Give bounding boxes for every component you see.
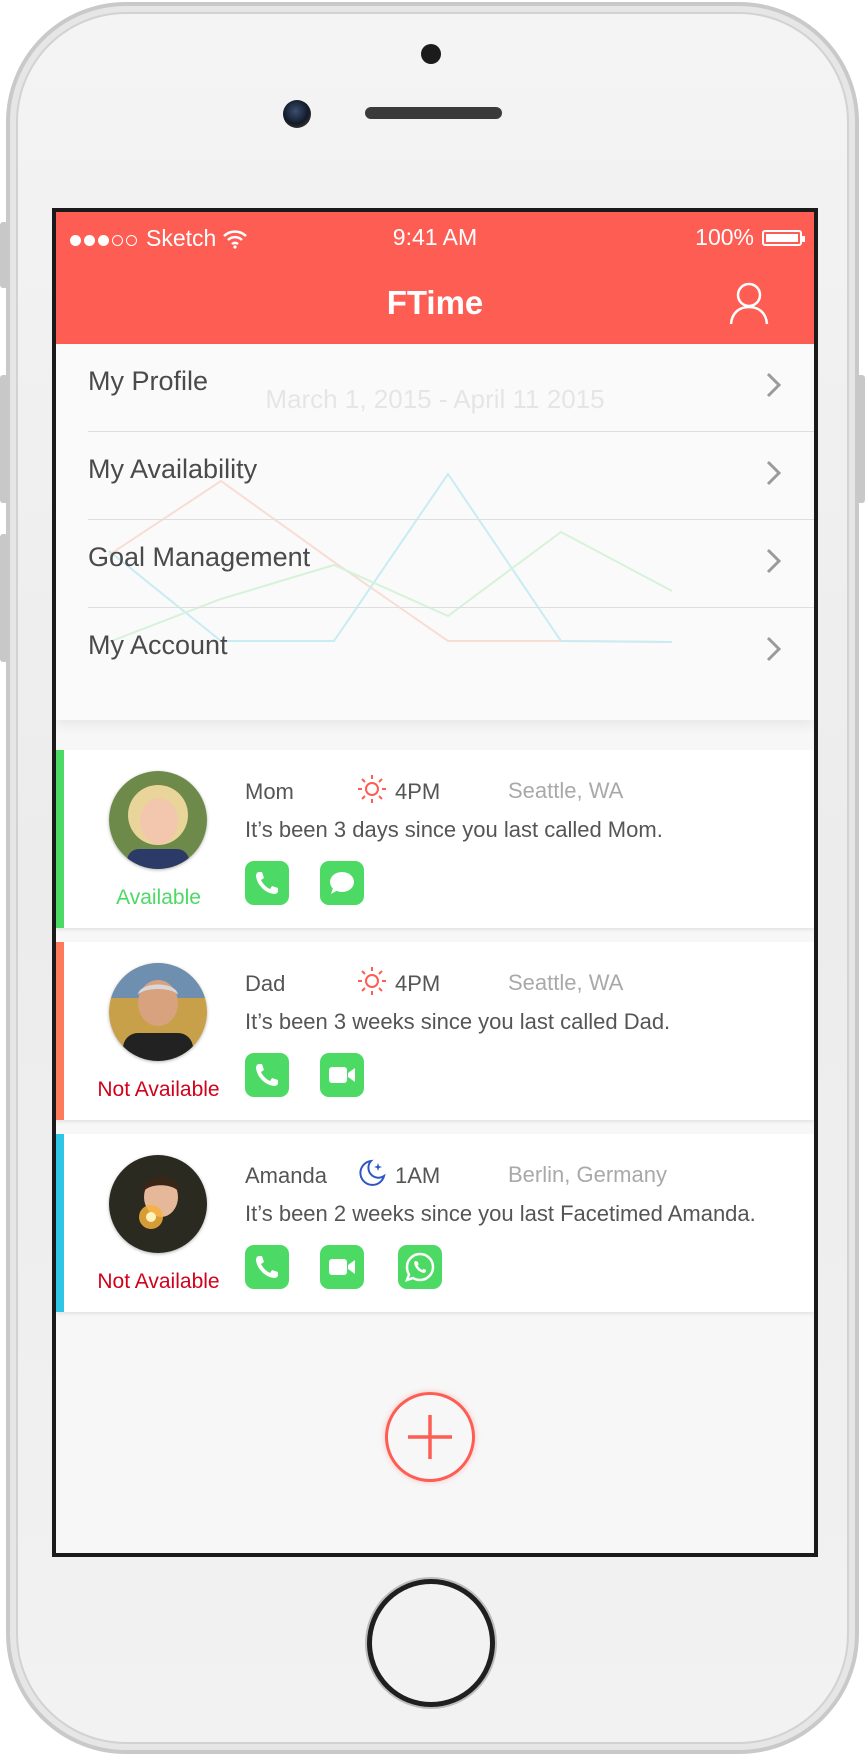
availability-status: Available — [116, 886, 201, 909]
phone-icon — [256, 1256, 278, 1278]
sun-icon — [358, 967, 386, 995]
menu-item-my-availability[interactable]: My Availability — [88, 432, 814, 520]
contact-card-mom[interactable]: Available Mom 4PM Seattle, WA It’s been … — [56, 750, 814, 928]
whatsapp-button[interactable] — [398, 1245, 442, 1289]
volume-down-button — [0, 534, 8, 662]
contact-name: Amanda — [245, 1163, 327, 1188]
whatsapp-icon — [404, 1252, 435, 1283]
video-icon — [329, 1259, 355, 1275]
call-button[interactable] — [245, 1245, 289, 1289]
mute-switch — [0, 222, 8, 288]
chevron-right-icon — [766, 460, 782, 486]
menu-item-label: My Account — [88, 630, 228, 660]
video-icon — [329, 1067, 355, 1083]
proximity-sensor — [421, 44, 441, 64]
contact-name: Dad — [245, 971, 286, 996]
battery-percent: 100% — [695, 224, 754, 250]
last-contact-message: It’s been 3 weeks since you last called … — [245, 1009, 671, 1034]
status-bar: Sketch 9:41 AM 100% — [56, 212, 814, 258]
app-title: FTime — [386, 284, 484, 321]
availability-status: Not Available — [97, 1078, 220, 1101]
message-icon — [330, 872, 354, 894]
moon-icon — [359, 1159, 386, 1186]
contact-location: Seattle, WA — [508, 778, 624, 803]
local-time: 4PM — [395, 971, 441, 996]
availability-status: Not Available — [97, 1270, 220, 1293]
chevron-right-icon — [766, 548, 782, 574]
call-button[interactable] — [245, 1053, 289, 1097]
message-button[interactable] — [320, 861, 364, 905]
contact-name: Mom — [245, 779, 294, 804]
local-time: 4PM — [395, 779, 441, 804]
power-button — [857, 375, 865, 503]
nav-bar: FTime — [56, 258, 814, 391]
add-contact-button[interactable] — [385, 1392, 475, 1482]
chevron-right-icon — [766, 636, 782, 662]
avatar — [109, 771, 207, 869]
phone-icon — [256, 1064, 278, 1086]
avatar — [109, 1155, 207, 1253]
local-time: 1AM — [395, 1163, 441, 1188]
home-button[interactable] — [367, 1579, 495, 1707]
contact-card-amanda[interactable]: Not Available Amanda 1AM Berlin, Germany… — [56, 1134, 814, 1312]
plus-icon — [408, 1415, 452, 1459]
chevron-right-icon — [766, 372, 782, 398]
contact-location: Berlin, Germany — [508, 1162, 667, 1187]
avatar — [109, 963, 207, 1061]
menu-item-my-account[interactable]: My Account — [88, 608, 814, 696]
phone-icon — [256, 872, 278, 894]
user-icon[interactable] — [728, 280, 770, 326]
sun-icon — [358, 775, 386, 803]
contact-card-dad[interactable]: Not Available Dad 4PM Seattle, WA It’s b… — [56, 942, 814, 1120]
earpiece-speaker — [365, 107, 502, 119]
battery-icon — [762, 229, 805, 246]
video-call-button[interactable] — [320, 1245, 364, 1289]
call-button[interactable] — [245, 861, 289, 905]
menu-item-my-profile[interactable]: My Profile — [88, 344, 814, 432]
video-call-button[interactable] — [320, 1053, 364, 1097]
contact-location: Seattle, WA — [508, 970, 624, 995]
menu-item-goal-management[interactable]: Goal Management — [88, 520, 814, 608]
dropdown-menu: March 1, 2015 - April 11 2015 My Profile… — [56, 344, 814, 720]
last-contact-message: It’s been 2 weeks since you last Facetim… — [245, 1201, 756, 1226]
front-camera — [283, 100, 311, 128]
menu-item-label: My Availability — [88, 454, 258, 484]
last-contact-message: It’s been 3 days since you last called M… — [245, 817, 663, 842]
menu-item-label: My Profile — [88, 366, 209, 396]
volume-up-button — [0, 375, 8, 503]
menu-item-label: Goal Management — [88, 542, 311, 572]
app-screen: Sketch 9:41 AM 100% FTime March 1, 2015 … — [52, 208, 818, 1557]
